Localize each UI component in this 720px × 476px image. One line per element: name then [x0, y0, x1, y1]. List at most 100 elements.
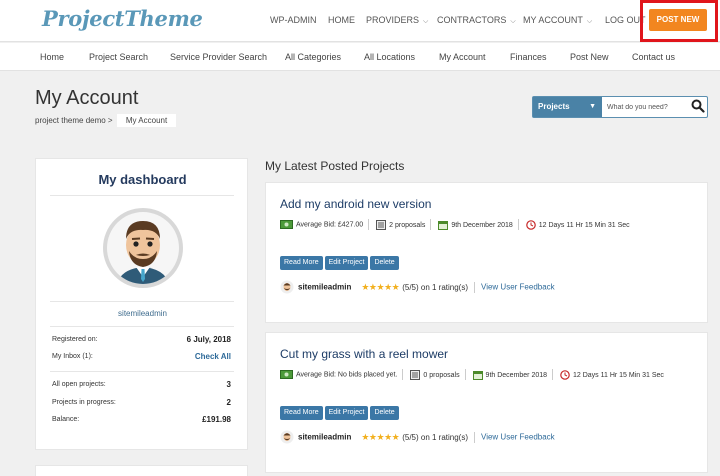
proposals-count: 2 proposals: [376, 219, 426, 230]
in-progress-label: Projects in progress:: [52, 399, 116, 406]
edit-project-button[interactable]: Edit Project: [324, 256, 369, 270]
document-icon: [410, 369, 421, 380]
posted-date-text: 9th December 2018: [451, 221, 513, 229]
chevron-down-icon: ⌵: [586, 18, 593, 25]
caret-down-icon: ▼: [589, 103, 596, 110]
delete-button[interactable]: Delete: [370, 406, 399, 420]
view-feedback-link[interactable]: View User Feedback: [481, 433, 555, 442]
project-owner: sitemileadmin ★★★★★ (5/5) on 1 rating(s) Vi…: [280, 280, 555, 294]
nav-home[interactable]: HOME: [328, 15, 355, 25]
project-meta: Average Bid: No bids placed yet. 0 propo…: [280, 369, 664, 380]
subnav-finances[interactable]: Finances: [510, 52, 547, 62]
breadcrumb-root[interactable]: project theme demo >: [35, 116, 113, 125]
project-card: Add my android new version Average Bid: …: [265, 182, 708, 323]
open-projects-label: All open projects:: [52, 381, 106, 388]
subnav-my-account[interactable]: My Account: [439, 52, 486, 62]
nav-contractors-label: CONTRACTORS: [437, 15, 507, 25]
average-bid-text: Average Bid: No bids placed yet.: [296, 371, 398, 379]
nav-wp-admin[interactable]: WP-ADMIN: [270, 15, 317, 25]
search-bar: Projects ▼: [532, 96, 708, 118]
project-meta: Average Bid: £427.00 2 proposals 9th Dec…: [280, 219, 630, 230]
divider: [430, 219, 432, 230]
divider: [474, 431, 476, 443]
posted-date-text: 9th December 2018: [485, 371, 548, 379]
clock-icon: [560, 369, 570, 380]
owner-name[interactable]: sitemileadmin: [298, 433, 351, 442]
divider: [50, 326, 234, 327]
project-title[interactable]: Cut my grass with a reel mower: [280, 347, 448, 361]
nav-my-account-label: MY ACCOUNT: [523, 15, 583, 25]
subnav-contact-us[interactable]: Contact us: [632, 52, 675, 62]
posted-date: 9th December 2018: [472, 370, 548, 380]
page-title: My Account: [35, 87, 139, 109]
calendar-icon: [438, 220, 449, 230]
subnav-service-provider-search[interactable]: Service Provider Search: [170, 52, 267, 62]
breadcrumb-current: My Account: [116, 114, 177, 127]
chevron-down-icon: ⌵: [423, 18, 429, 25]
registered-label: Registered on:: [52, 336, 98, 343]
site-logo[interactable]: ProjectTheme: [42, 6, 203, 31]
subnav-all-locations[interactable]: All Locations: [364, 52, 415, 62]
dashboard-username[interactable]: sitemileadmin: [36, 309, 249, 318]
divider: [552, 369, 554, 380]
time-left-text: 12 Days 11 Hr 15 Min 31 Sec: [538, 221, 630, 229]
dashboard-card: My dashboard sitemileadmin Registered on…: [35, 158, 248, 450]
breadcrumb: project theme demo > My Account: [35, 114, 177, 127]
divider: [474, 281, 476, 293]
divider: [50, 371, 234, 372]
subnav-all-categories[interactable]: All Categories: [285, 52, 341, 62]
star-rating: ★★★★★: [361, 431, 400, 442]
nav-providers-label: PROVIDERS: [366, 15, 420, 25]
nav-my-account[interactable]: MY ACCOUNT ⌵: [523, 15, 592, 26]
projects-heading: My Latest Posted Projects: [265, 159, 405, 173]
view-feedback-link[interactable]: View User Feedback: [481, 283, 555, 292]
owner-avatar[interactable]: [280, 430, 294, 444]
inbox-label: My Inbox (1):: [52, 353, 93, 360]
nav-contractors[interactable]: CONTRACTORS ⌵: [437, 15, 516, 26]
search-type-select[interactable]: Projects ▼: [533, 97, 602, 117]
posted-date: 9th December 2018: [438, 220, 513, 230]
rating-text: (5/5) on 1 rating(s): [402, 432, 469, 442]
star-rating: ★★★★★: [361, 281, 400, 292]
owner-avatar[interactable]: [280, 280, 294, 294]
divider: [464, 369, 466, 380]
divider: [402, 369, 404, 380]
delete-button[interactable]: Delete: [370, 256, 399, 270]
calendar-icon: [472, 370, 483, 380]
divider: [517, 219, 519, 230]
proposals-text: 2 proposals: [389, 221, 426, 229]
owner-name[interactable]: sitemileadmin: [298, 283, 351, 292]
project-title[interactable]: Add my android new version: [280, 197, 431, 211]
post-new-button[interactable]: POST NEW: [649, 9, 707, 31]
registered-value: 6 July, 2018: [186, 335, 231, 344]
average-bid: Average Bid: No bids placed yet.: [280, 370, 397, 379]
search-type-label: Projects: [538, 102, 570, 111]
sidebar-card: [35, 465, 248, 476]
subnav-project-search[interactable]: Project Search: [89, 52, 148, 62]
subnav-post-new[interactable]: Post New: [570, 52, 609, 62]
divider: [50, 301, 234, 302]
money-icon: [280, 370, 293, 379]
balance-value: £191.98: [202, 415, 231, 424]
subnav-home[interactable]: Home: [40, 52, 64, 62]
top-header: ProjectTheme WP-ADMIN HOME PROVIDERS ⌵ CO…: [0, 0, 720, 42]
search-input[interactable]: [607, 100, 687, 114]
edit-project-button[interactable]: Edit Project: [324, 406, 369, 420]
read-more-button[interactable]: Read More: [280, 406, 323, 420]
inbox-check-all-link[interactable]: Check All: [195, 352, 231, 361]
project-actions: Read More Edit Project Delete: [280, 251, 401, 270]
divider: [50, 195, 234, 196]
user-avatar[interactable]: [102, 207, 184, 289]
rating-text: (5/5) on 1 rating(s): [402, 282, 469, 292]
dashboard-title: My dashboard: [98, 172, 187, 187]
nav-providers[interactable]: PROVIDERS ⌵: [366, 15, 428, 26]
in-progress-value: 2: [226, 398, 231, 407]
clock-icon: [525, 219, 536, 230]
read-more-button[interactable]: Read More: [280, 256, 323, 270]
chevron-down-icon: ⌵: [510, 18, 516, 25]
divider: [368, 219, 370, 230]
project-actions: Read More Edit Project Delete: [280, 401, 401, 420]
proposals-text: 0 proposals: [423, 371, 460, 379]
search-icon[interactable]: [691, 99, 705, 113]
document-icon: [376, 219, 387, 230]
